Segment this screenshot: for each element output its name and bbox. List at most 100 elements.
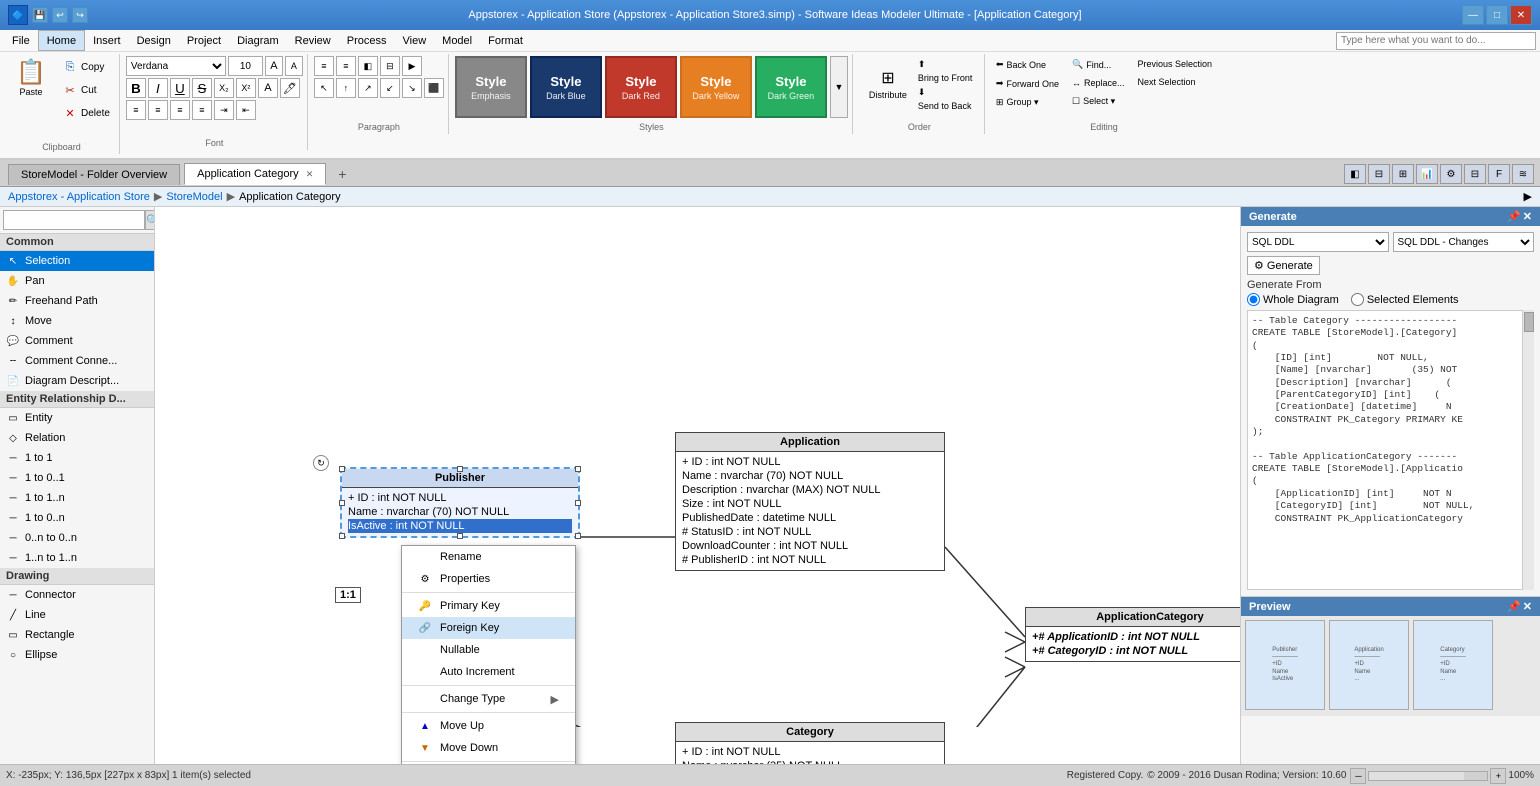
para-align-bl[interactable]: ↙: [380, 78, 400, 98]
menu-file[interactable]: File: [4, 30, 38, 51]
font-family-select[interactable]: Verdana: [126, 56, 226, 76]
panel-toggle-1[interactable]: ◧: [1344, 164, 1366, 184]
toolbar-search-button[interactable]: 🔍: [145, 210, 155, 230]
forward-one-button[interactable]: ➡ Forward One: [991, 75, 1064, 92]
ctx-foreign-key[interactable]: 🔗 Foreign Key: [402, 617, 575, 639]
bring-to-front-button[interactable]: ⬆ Bring to Front: [913, 56, 973, 82]
quick-access-undo[interactable]: ↩: [52, 7, 68, 23]
font-increase-button[interactable]: A: [265, 56, 283, 76]
toolbar-item-ellipse[interactable]: ○ Ellipse: [0, 645, 154, 665]
toolbar-item-entity[interactable]: ▭ Entity: [0, 408, 154, 428]
menu-design[interactable]: Design: [129, 30, 179, 51]
style-emphasis-button[interactable]: Style Emphasis: [455, 56, 527, 118]
para-align-last[interactable]: ⬛: [424, 78, 444, 98]
application-entity[interactable]: Application + ID : int NOT NULL Name : n…: [675, 432, 945, 571]
sql-ddl-select[interactable]: SQL DDL: [1247, 232, 1389, 252]
selected-elements-radio-label[interactable]: Selected Elements: [1351, 293, 1459, 306]
cut-button[interactable]: ✂ Cut: [57, 79, 115, 101]
toolbar-item-freehand[interactable]: ✏ Freehand Path: [0, 291, 154, 311]
tab-storemodel[interactable]: StoreModel - Folder Overview: [8, 164, 180, 185]
para-align-c[interactable]: ⊟: [380, 56, 400, 76]
bold-button[interactable]: B: [126, 78, 146, 98]
quick-access-redo[interactable]: ↪: [72, 7, 88, 23]
para-align-tl[interactable]: ↖: [314, 78, 334, 98]
publisher-entity[interactable]: Publisher + ID : int NOT NULL Name : nva…: [340, 467, 580, 538]
whole-diagram-radio-label[interactable]: Whole Diagram: [1247, 293, 1339, 306]
menu-insert[interactable]: Insert: [85, 30, 129, 51]
toolbar-item-move[interactable]: ↕ Move: [0, 311, 154, 331]
canvas-scroll[interactable]: Publisher + ID : int NOT NULL Name : nva…: [155, 207, 1240, 764]
superscript-button[interactable]: X²: [236, 78, 256, 98]
menu-diagram[interactable]: Diagram: [229, 30, 287, 51]
menu-format[interactable]: Format: [480, 30, 531, 51]
ctx-move-down[interactable]: ▼ Move Down: [402, 737, 575, 759]
menu-model[interactable]: Model: [434, 30, 480, 51]
breadcrumb-right-arrow[interactable]: ▶: [1524, 190, 1532, 203]
back-one-button[interactable]: ⬅ Back One: [991, 56, 1064, 73]
tab-close-icon[interactable]: ✕: [306, 169, 314, 179]
toolbar-item-1to01[interactable]: ─ 1 to 0..1: [0, 468, 154, 488]
para-align-l[interactable]: ◧: [358, 56, 378, 76]
toolbar-item-comment[interactable]: 💬 Comment: [0, 331, 154, 351]
preview-pin-button[interactable]: 📌: [1507, 600, 1521, 613]
toolbar-item-0nto0n[interactable]: ─ 0..n to 0..n: [0, 528, 154, 548]
panel-toggle-2[interactable]: ⊟: [1368, 164, 1390, 184]
ctx-properties[interactable]: ⚙ Properties: [402, 568, 575, 590]
code-scrollbar[interactable]: [1522, 310, 1534, 590]
subscript-button[interactable]: X₂: [214, 78, 234, 98]
distribute-button[interactable]: ⊞ Distribute: [866, 56, 910, 111]
whole-diagram-radio[interactable]: [1247, 293, 1260, 306]
font-color-button[interactable]: A: [258, 78, 278, 98]
justify-button[interactable]: ≡: [192, 100, 212, 120]
tab-appcategory[interactable]: Application Category ✕: [184, 163, 326, 185]
para-align-tc[interactable]: ↑: [336, 78, 356, 98]
panel-toggle-3[interactable]: ⊞: [1392, 164, 1414, 184]
toolbar-item-line[interactable]: ╱ Line: [0, 605, 154, 625]
style-darkred-button[interactable]: Style Dark Red: [605, 56, 677, 118]
maximize-button[interactable]: □: [1486, 5, 1508, 25]
code-scrollbar-thumb[interactable]: [1524, 312, 1534, 332]
bullet-list-button[interactable]: ≡: [314, 56, 334, 76]
toolbar-item-connector[interactable]: ─ Connector: [0, 585, 154, 605]
font-size-input[interactable]: [228, 56, 263, 76]
code-area[interactable]: -- Table Category ------------------ CRE…: [1247, 310, 1534, 590]
sql-ddl-changes-select[interactable]: SQL DDL - Changes: [1393, 232, 1535, 252]
toolbar-item-diagram-desc[interactable]: 📄 Diagram Descript...: [0, 371, 154, 391]
category-entity[interactable]: Category + ID : int NOT NULL Name : nvar…: [675, 722, 945, 764]
replace-button[interactable]: ↔ Replace...: [1067, 75, 1130, 91]
align-right-button[interactable]: ≡: [170, 100, 190, 120]
panel-toggle-8[interactable]: ≋: [1512, 164, 1534, 184]
prev-selection-button[interactable]: Previous Selection: [1133, 56, 1218, 72]
toolbar-item-selection[interactable]: ↖ Selection: [0, 251, 154, 271]
selected-elements-radio[interactable]: [1351, 293, 1364, 306]
add-tab-button[interactable]: +: [330, 162, 354, 186]
menu-project[interactable]: Project: [179, 30, 229, 51]
minimize-button[interactable]: —: [1462, 5, 1484, 25]
menu-home[interactable]: Home: [38, 30, 85, 51]
zoom-slider[interactable]: [1368, 771, 1488, 781]
ctx-move-up[interactable]: ▲ Move Up: [402, 715, 575, 737]
style-darkyellow-button[interactable]: Style Dark Yellow: [680, 56, 752, 118]
delete-button[interactable]: ✕ Delete: [57, 102, 115, 124]
ctx-change-type[interactable]: Change Type ▶: [402, 688, 575, 710]
generate-button[interactable]: ⚙ Generate: [1247, 256, 1320, 275]
group-button[interactable]: ⊞ Group ▾: [991, 94, 1064, 111]
zoom-in-button[interactable]: +: [1490, 768, 1506, 784]
menu-process[interactable]: Process: [339, 30, 395, 51]
toolbar-item-pan[interactable]: ✋ Pan: [0, 271, 154, 291]
panel-pin-button[interactable]: 📌: [1507, 210, 1521, 223]
next-selection-button[interactable]: Next Selection: [1133, 74, 1218, 90]
zoom-out-button[interactable]: ─: [1350, 768, 1366, 784]
find-button[interactable]: 🔍 Find...: [1067, 56, 1130, 73]
italic-button[interactable]: I: [148, 78, 168, 98]
para-align-br[interactable]: ↘: [402, 78, 422, 98]
style-darkgreen-button[interactable]: Style Dark Green: [755, 56, 827, 118]
style-darkblue-button[interactable]: Style Dark Blue: [530, 56, 602, 118]
strikethrough-button[interactable]: S: [192, 78, 212, 98]
ctx-primary-key[interactable]: 🔑 Primary Key: [402, 595, 575, 617]
breadcrumb-item-1[interactable]: Appstorex - Application Store: [8, 191, 150, 203]
panel-toggle-7[interactable]: F: [1488, 164, 1510, 184]
toolbar-item-comment-connector[interactable]: ╌ Comment Conne...: [0, 351, 154, 371]
align-center-button[interactable]: ≡: [148, 100, 168, 120]
toolbar-item-rectangle[interactable]: ▭ Rectangle: [0, 625, 154, 645]
